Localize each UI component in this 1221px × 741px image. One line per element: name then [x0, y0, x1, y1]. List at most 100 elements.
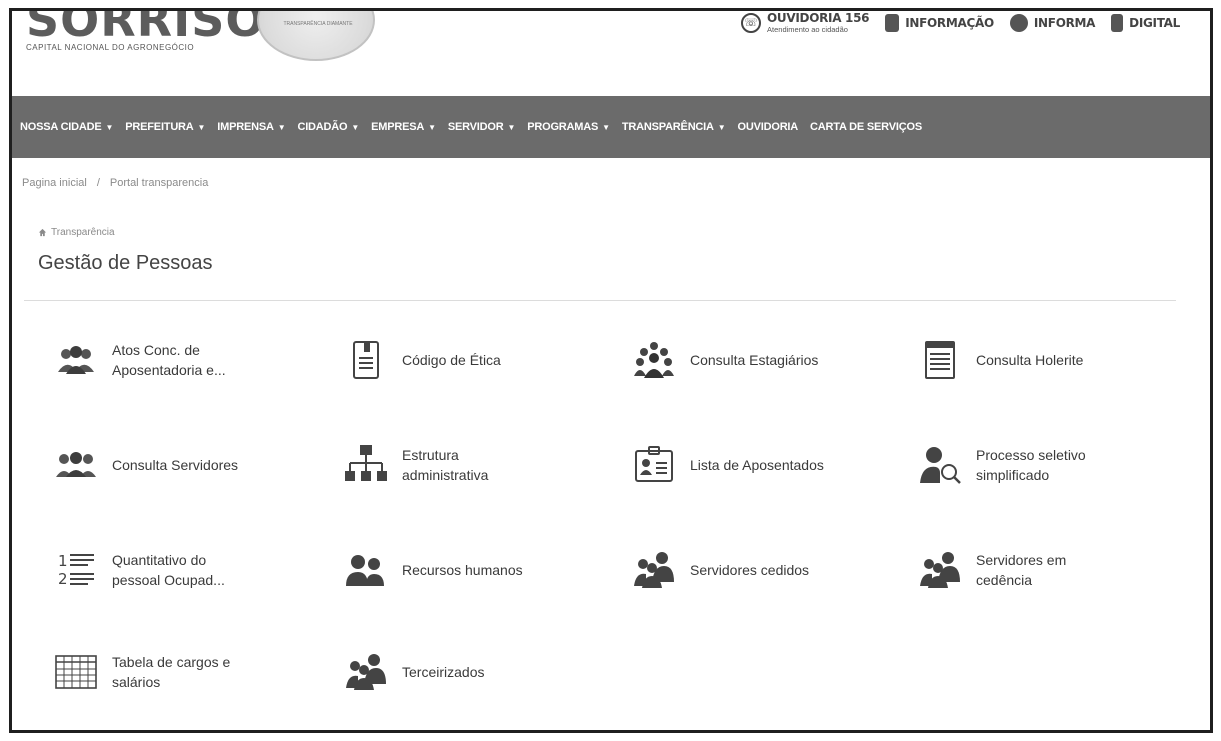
page: SORRISO CAPITAL NACIONAL DO AGRONEGÓCIO … — [0, 0, 1221, 741]
hand-icon — [1111, 13, 1124, 32]
nav-transparencia[interactable]: TRANSPARÊNCIA ▼ — [622, 121, 726, 133]
service-item-servidores-cedidos[interactable]: Servidores cedidos — [628, 538, 888, 602]
service-label: Estrutura administrativa — [402, 447, 489, 483]
chevron-down-icon: ▼ — [428, 123, 436, 132]
group-icon — [50, 439, 102, 491]
chevron-down-icon: ▼ — [717, 123, 726, 132]
transparency-seal[interactable]: TRANSPARÊNCIA DIAMANTE — [257, 11, 375, 61]
org-chart-icon — [340, 439, 392, 491]
header-links: ☏ OUVIDORIA 156 Atendimento ao cidadão I… — [741, 11, 1180, 34]
chevron-down-icon: ▼ — [351, 123, 360, 132]
crowd-icon — [628, 334, 680, 386]
service-item-terceirizados[interactable]: Terceirizados — [340, 640, 600, 704]
chevron-down-icon: ▼ — [105, 123, 114, 132]
service-label: Código de Ética — [402, 352, 501, 368]
breadcrumb: Pagina inicial / Portal transparencia — [22, 177, 208, 189]
nav-servidor[interactable]: SERVIDOR ▼ — [447, 121, 516, 133]
site-logo[interactable]: SORRISO CAPITAL NACIONAL DO AGRONEGÓCIO — [26, 11, 265, 52]
service-item-recursos-humanos[interactable]: Recursos humanos — [340, 538, 600, 602]
service-item-lista-aposentados[interactable]: Lista de Aposentados — [628, 433, 888, 497]
whatsapp-icon — [1009, 13, 1028, 32]
service-item-quantitativo[interactable]: 12 Quantitativo do pessoal Ocupad... — [50, 538, 310, 602]
numbered-list-icon: 12 — [50, 544, 102, 596]
service-item-consulta-servidores[interactable]: Consulta Servidores — [50, 433, 310, 497]
service-label: Processo seletivo simplificado — [976, 447, 1086, 483]
service-item-codigo-etica[interactable]: Código de Ética — [340, 328, 600, 392]
user-search-icon — [914, 439, 966, 491]
breadcrumb-separator: / — [96, 177, 100, 189]
service-label: Terceirizados — [402, 664, 485, 680]
informa-link[interactable]: INFORMA — [1009, 13, 1096, 32]
group-icon — [50, 334, 102, 386]
service-item-consulta-estagiarios[interactable]: Consulta Estagiários — [628, 328, 888, 392]
nav-label: EMPRESA — [371, 121, 425, 133]
service-item-atos[interactable]: Atos Conc. de Aposentadoria e... — [50, 328, 310, 392]
digital-link[interactable]: DIGITAL — [1111, 13, 1180, 32]
nav-imprensa[interactable]: IMPRENSA ▼ — [217, 121, 285, 133]
main-nav: NOSSA CIDADE ▼ PREFEITURA ▼ IMPRENSA ▼ CIDA… — [12, 96, 1210, 158]
nav-programas[interactable]: PROGRAMAS ▼ — [527, 121, 610, 133]
service-label: Consulta Estagiários — [690, 352, 819, 368]
nav-nossa-cidade[interactable]: NOSSA CIDADE ▼ — [20, 121, 113, 133]
nav-empresa[interactable]: EMPRESA ▼ — [371, 121, 436, 133]
section-kicker[interactable]: Transparência — [38, 227, 115, 238]
document-icon — [340, 334, 392, 386]
informacao-link[interactable]: INFORMAÇÃO — [885, 13, 994, 32]
sheet-icon — [914, 334, 966, 386]
service-label: Atos Conc. de Aposentadoria e... — [112, 342, 226, 378]
service-label: Recursos humanos — [402, 562, 523, 578]
nav-label: IMPRENSA — [217, 121, 274, 133]
svg-text:2: 2 — [58, 570, 68, 588]
service-label: Consulta Servidores — [112, 457, 239, 473]
informacao-label: INFORMAÇÃO — [905, 15, 994, 30]
trio-icon — [914, 544, 966, 596]
info-icon — [885, 13, 900, 32]
service-item-servidores-em-cedencia[interactable]: Servidores em cedência — [914, 538, 1174, 602]
nav-label: OUVIDORIA — [737, 121, 799, 133]
trio-icon — [628, 544, 680, 596]
home-icon — [38, 228, 47, 237]
phone-icon: ☏ — [741, 12, 762, 33]
ouvidoria-label: OUVIDORIA 156 — [767, 11, 870, 25]
pair-icon — [340, 544, 392, 596]
site-header: SORRISO CAPITAL NACIONAL DO AGRONEGÓCIO … — [12, 11, 1210, 96]
chevron-down-icon: ▼ — [507, 123, 516, 132]
nav-prefeitura[interactable]: PREFEITURA ▼ — [125, 121, 205, 133]
breadcrumb-current[interactable]: Portal transparencia — [110, 177, 208, 189]
service-label: Tabela de cargos e salários — [112, 654, 231, 690]
ouvidoria-sub: Atendimento ao cidadão — [767, 25, 848, 34]
nav-label: SERVIDOR — [447, 121, 504, 133]
chevron-down-icon: ▼ — [197, 123, 206, 132]
table-grid-icon — [50, 646, 102, 698]
service-label: Consulta Holerite — [976, 352, 1084, 368]
service-item-estrutura-administrativa[interactable]: Estrutura administrativa — [340, 433, 600, 497]
nav-carta-de-servicos[interactable]: CARTA DE SERVIÇOS — [810, 121, 922, 133]
chevron-down-icon: ▼ — [602, 123, 610, 132]
nav-label: TRANSPARÊNCIA — [621, 121, 714, 133]
service-item-consulta-holerite[interactable]: Consulta Holerite — [914, 328, 1174, 392]
nav-ouvidoria[interactable]: OUVIDORIA — [738, 121, 799, 133]
nav-label: CARTA DE SERVIÇOS — [810, 121, 922, 133]
id-card-icon — [628, 439, 680, 491]
svg-text:1: 1 — [58, 552, 68, 570]
service-label: Quantitativo do pessoal Ocupad... — [112, 552, 225, 588]
nav-label: PREFEITURA — [125, 121, 194, 133]
ouvidoria-link[interactable]: ☏ OUVIDORIA 156 Atendimento ao cidadão — [741, 11, 870, 34]
logo-wordmark: SORRISO — [26, 11, 266, 47]
nav-label: NOSSA CIDADE — [20, 121, 102, 133]
service-label: Servidores em cedência — [976, 552, 1067, 588]
breadcrumb-home[interactable]: Pagina inicial — [22, 177, 87, 189]
page-title: Gestão de Pessoas — [38, 252, 213, 274]
chevron-down-icon: ▼ — [277, 123, 286, 132]
nav-label: CIDADÃO — [297, 121, 348, 133]
service-item-processo-seletivo[interactable]: Processo seletivo simplificado — [914, 433, 1174, 497]
trio-icon — [340, 646, 392, 698]
service-label: Servidores cedidos — [690, 562, 810, 578]
informa-label: INFORMA — [1033, 15, 1096, 30]
service-label: Lista de Aposentados — [690, 457, 824, 473]
kicker-label: Transparência — [51, 227, 115, 238]
nav-label: PROGRAMAS — [527, 121, 599, 133]
nav-cidadao[interactable]: CIDADÃO ▼ — [297, 121, 359, 133]
title-divider — [24, 300, 1176, 301]
service-item-tabela-cargos[interactable]: Tabela de cargos e salários — [50, 640, 310, 704]
